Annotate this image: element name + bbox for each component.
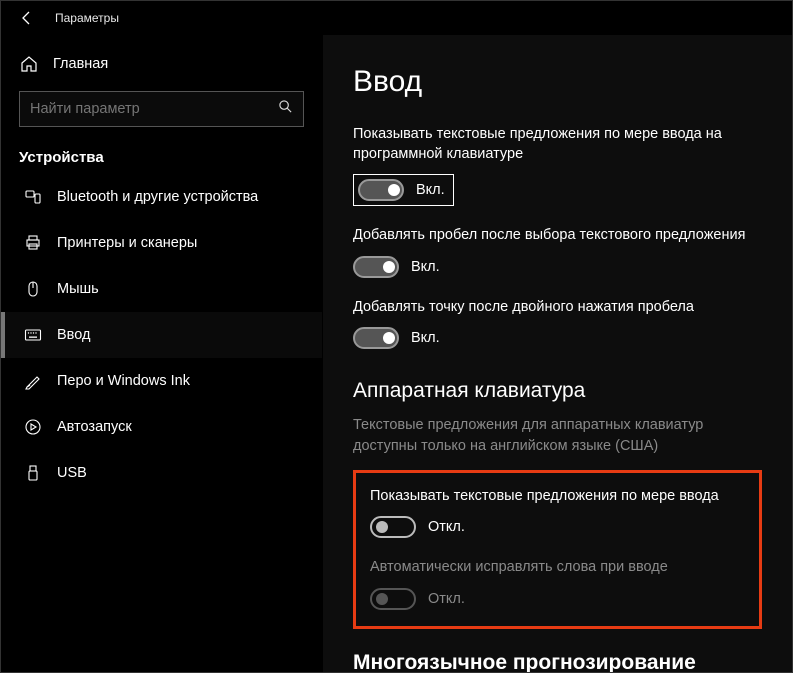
sidebar-item-autoplay[interactable]: Автозапуск — [1, 404, 322, 450]
setting-hw-suggestions: Показывать текстовые предложения по мере… — [370, 487, 745, 539]
setting-add-period: Добавлять точку после двойного нажатия п… — [353, 298, 762, 350]
setting-soft-suggestions: Показывать текстовые предложения по мере… — [353, 125, 762, 206]
toggle-add-period[interactable] — [353, 327, 399, 349]
setting-label: Автоматически исправлять слова при вводе — [370, 558, 745, 578]
setting-label: Добавлять пробел после выбора текстового… — [353, 226, 753, 246]
toggle-state: Откл. — [428, 591, 465, 607]
sidebar-item-label: Принтеры и сканеры — [57, 235, 197, 251]
sidebar-item-typing[interactable]: Ввод — [1, 312, 322, 358]
sidebar-item-label: Автозапуск — [57, 419, 132, 435]
setting-label: Показывать текстовые предложения по мере… — [353, 125, 753, 164]
window-title: Параметры — [55, 11, 119, 25]
pen-icon — [23, 372, 43, 390]
home-icon — [19, 55, 39, 73]
setting-label: Добавлять точку после двойного нажатия п… — [353, 298, 753, 318]
mouse-icon — [23, 280, 43, 298]
page-title: Ввод — [353, 65, 762, 99]
sidebar-item-label: Bluetooth и другие устройства — [57, 189, 258, 205]
devices-icon — [23, 188, 43, 206]
search-icon — [278, 99, 293, 119]
sidebar-item-mouse[interactable]: Мышь — [1, 266, 322, 312]
sidebar-item-pen[interactable]: Перо и Windows Ink — [1, 358, 322, 404]
sidebar-category: Устройства — [1, 139, 322, 174]
setting-label: Показывать текстовые предложения по мере… — [370, 487, 745, 507]
sidebar-item-label: USB — [57, 465, 87, 481]
autoplay-icon — [23, 418, 43, 436]
toggle-state: Вкл. — [416, 182, 445, 198]
settings-window: Параметры Главная Устройства — [0, 0, 793, 673]
titlebar: Параметры — [1, 1, 792, 35]
section-hardware-keyboard: Аппаратная клавиатура — [353, 379, 762, 403]
sidebar-item-bluetooth[interactable]: Bluetooth и другие устройства — [1, 174, 322, 220]
setting-add-space: Добавлять пробел после выбора текстового… — [353, 226, 762, 278]
section-desc: Текстовые предложения для аппаратных кла… — [353, 415, 762, 456]
keyboard-icon — [23, 326, 43, 344]
search-input[interactable] — [30, 101, 278, 117]
usb-icon — [23, 464, 43, 482]
toggle-hw-suggestions[interactable] — [370, 516, 416, 538]
sidebar-item-usb[interactable]: USB — [1, 450, 322, 496]
sidebar-home-label: Главная — [53, 56, 108, 72]
setting-hw-autocorrect: Автоматически исправлять слова при вводе… — [370, 558, 745, 610]
back-button[interactable] — [11, 2, 43, 34]
sidebar-home[interactable]: Главная — [1, 43, 322, 85]
toggle-add-space[interactable] — [353, 256, 399, 278]
sidebar-item-printers[interactable]: Принтеры и сканеры — [1, 220, 322, 266]
toggle-hw-autocorrect — [370, 588, 416, 610]
section-multilingual: Многоязычное прогнозирование текста — [353, 651, 762, 672]
toggle-state: Откл. — [428, 519, 465, 535]
main-content: Ввод Показывать текстовые предложения по… — [323, 35, 792, 672]
toggle-state: Вкл. — [411, 259, 440, 275]
printer-icon — [23, 234, 43, 252]
sidebar-item-label: Ввод — [57, 327, 90, 343]
sidebar-item-label: Мышь — [57, 281, 99, 297]
arrow-left-icon — [19, 10, 35, 26]
sidebar: Главная Устройства Bluetooth и другие ус… — [1, 35, 323, 672]
toggle-state: Вкл. — [411, 330, 440, 346]
highlight-box: Показывать текстовые предложения по мере… — [353, 470, 762, 629]
sidebar-item-label: Перо и Windows Ink — [57, 373, 190, 389]
toggle-soft-suggestions[interactable] — [358, 179, 404, 201]
search-box[interactable] — [19, 91, 304, 127]
